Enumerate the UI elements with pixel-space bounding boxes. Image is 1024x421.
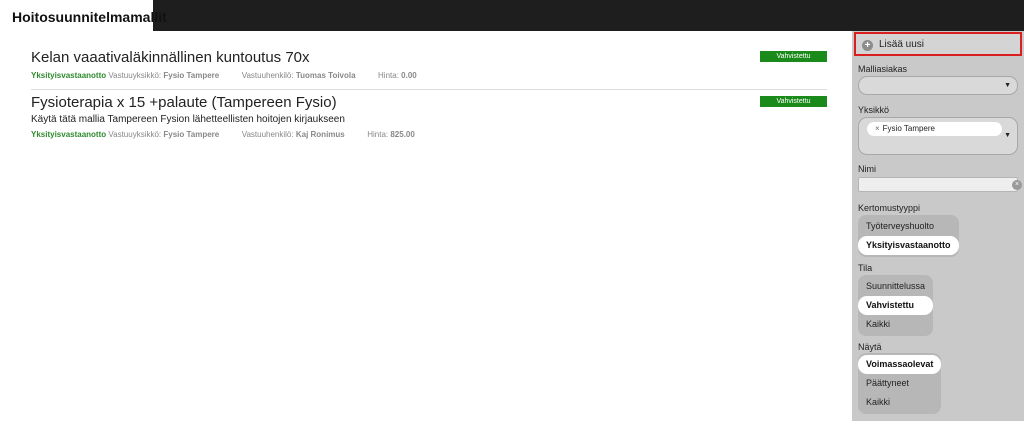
record-type-option[interactable]: Työterveyshuolto bbox=[858, 217, 959, 236]
item-meta: Yksityisvastaanotto Vastuuyksikkö: Fysio… bbox=[31, 130, 827, 139]
unit-value: Fysio Tampere bbox=[163, 71, 220, 80]
remove-icon[interactable]: × bbox=[875, 124, 880, 133]
record-type-option-selected[interactable]: Yksityisvastaanotto bbox=[858, 236, 959, 255]
chevron-down-icon: ▼ bbox=[1004, 132, 1011, 139]
show-toggle: Voimassaolevat Päättyneet Kaikki bbox=[858, 353, 942, 414]
show-option[interactable]: Kaikki bbox=[858, 393, 941, 412]
record-type-label: Kertomustyyppi bbox=[858, 203, 921, 213]
customer-select[interactable]: ▼ bbox=[858, 76, 1018, 95]
person-label: Vastuuhenkilö: bbox=[241, 71, 294, 80]
name-input[interactable] bbox=[858, 177, 1018, 192]
name-label: Nimi bbox=[858, 164, 876, 174]
show-option[interactable]: Päättyneet bbox=[858, 374, 941, 393]
care-plan-template-list: Kelan vaaativaläkinnällinen kuntoutus 70… bbox=[0, 31, 852, 421]
unit-label: Yksikkö bbox=[858, 105, 890, 115]
state-label: Tila bbox=[858, 263, 873, 273]
price-label: Hinta: bbox=[367, 130, 389, 139]
item-type: Yksityisvastaanotto bbox=[31, 130, 107, 139]
unit-multiselect[interactable]: × Fysio Tampere ▼ bbox=[858, 117, 1018, 155]
person-value: Kaj Ronimus bbox=[295, 130, 345, 139]
customer-label: Malliasiakas bbox=[858, 64, 908, 74]
list-item[interactable]: Kelan vaaativaläkinnällinen kuntoutus 70… bbox=[31, 49, 827, 80]
chevron-down-icon: ▼ bbox=[1004, 82, 1011, 89]
state-option[interactable]: Suunnittelussa bbox=[858, 277, 933, 296]
show-option-selected[interactable]: Voimassaolevat bbox=[858, 355, 942, 374]
top-bar: Hoitosuunnitelmamallit bbox=[0, 0, 1024, 31]
price-value: 0.00 bbox=[401, 71, 417, 80]
show-label: Näytä bbox=[858, 342, 882, 352]
divider bbox=[31, 89, 827, 90]
unit-chip[interactable]: × Fysio Tampere bbox=[867, 122, 1002, 136]
unit-label: Vastuuyksikkö: bbox=[108, 71, 162, 80]
page-title-tab[interactable]: Hoitosuunnitelmamallit bbox=[0, 0, 167, 31]
item-type: Yksityisvastaanotto bbox=[31, 71, 107, 80]
record-type-toggle: Työterveyshuolto Yksityisvastaanotto bbox=[858, 215, 959, 257]
plus-icon: + bbox=[862, 40, 873, 51]
state-toggle: Suunnittelussa Vahvistettu Kaikki bbox=[858, 275, 934, 336]
item-title[interactable]: Kelan vaaativaläkinnällinen kuntoutus 70… bbox=[31, 49, 827, 66]
unit-chip-label: Fysio Tampere bbox=[882, 124, 935, 133]
price-value: 825.00 bbox=[390, 130, 415, 139]
person-label: Vastuuhenkilö: bbox=[241, 130, 294, 139]
unit-label: Vastuuyksikkö: bbox=[108, 130, 162, 139]
state-option-selected[interactable]: Vahvistettu bbox=[858, 296, 934, 315]
clear-icon[interactable]: × bbox=[1012, 180, 1022, 190]
filter-sidebar: + Lisää uusi Malliasiakas ▼ Yksikkö × Fysi… bbox=[852, 31, 1024, 421]
person-value: Tuomas Toivola bbox=[295, 71, 356, 80]
price-label: Hinta: bbox=[378, 71, 399, 80]
item-meta: Yksityisvastaanotto Vastuuyksikkö: Fysio… bbox=[31, 71, 827, 80]
status-badge: Vahvistettu bbox=[760, 51, 827, 62]
add-new-button[interactable]: + Lisää uusi bbox=[854, 32, 1022, 56]
status-badge: Vahvistettu bbox=[760, 96, 827, 107]
item-description: Käytä tätä mallia Tampereen Fysion lähet… bbox=[31, 114, 345, 125]
state-option[interactable]: Kaikki bbox=[858, 315, 933, 334]
list-item[interactable]: Fysioterapia x 15 +palaute (Tampereen Fy… bbox=[31, 94, 827, 139]
item-title[interactable]: Fysioterapia x 15 +palaute (Tampereen Fy… bbox=[31, 94, 827, 111]
add-new-label: Lisää uusi bbox=[879, 39, 925, 50]
unit-value: Fysio Tampere bbox=[163, 130, 220, 139]
